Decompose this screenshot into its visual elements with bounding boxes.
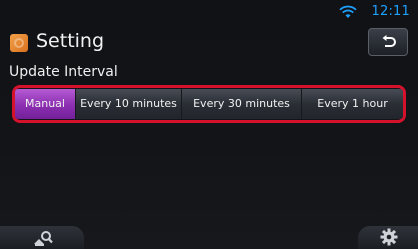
back-arrow-icon xyxy=(382,35,396,47)
update-interval-label: Update Interval xyxy=(9,64,118,80)
option-every-1-hour[interactable]: Every 1 hour xyxy=(302,89,403,119)
back-button[interactable] xyxy=(368,28,408,56)
option-every-10-minutes[interactable]: Every 10 minutes xyxy=(76,89,182,119)
screen: 12:11 Setting Update Interval Manual Eve… xyxy=(0,0,418,249)
wifi-icon xyxy=(339,5,357,18)
settings-button[interactable] xyxy=(358,226,418,249)
gear-icon xyxy=(380,228,398,246)
title-bar: Setting xyxy=(0,28,418,60)
status-bar: 12:11 xyxy=(0,0,418,24)
page-title: Setting xyxy=(36,30,105,52)
update-interval-options: Manual Every 10 minutes Every 30 minutes… xyxy=(15,89,403,119)
option-every-30-minutes[interactable]: Every 30 minutes xyxy=(182,89,302,119)
setting-app-icon xyxy=(10,34,28,52)
map-search-button[interactable] xyxy=(0,226,84,249)
option-manual[interactable]: Manual xyxy=(15,89,76,119)
status-clock: 12:11 xyxy=(371,4,410,19)
map-search-icon xyxy=(34,231,53,246)
